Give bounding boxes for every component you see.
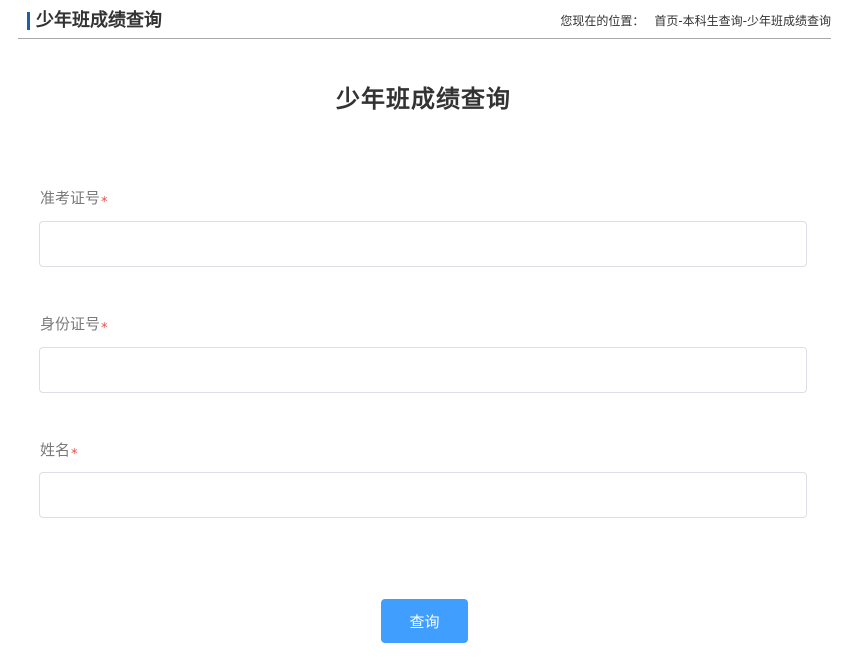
exam-number-label-text: 准考证号: [40, 189, 101, 207]
required-asterisk: *: [71, 447, 78, 462]
breadcrumb: 您现在的位置： 首页-本科生查询-少年班成绩查询: [560, 12, 831, 30]
header-accent-bar: [27, 12, 30, 30]
name-label-text: 姓名: [40, 441, 71, 459]
page-header: 少年班成绩查询 您现在的位置： 首页-本科生查询-少年班成绩查询: [18, 0, 831, 39]
breadcrumb-prefix: 您现在的位置：: [560, 14, 645, 28]
required-asterisk: *: [101, 195, 108, 210]
name-label: 姓名*: [40, 440, 78, 462]
id-number-label-text: 身份证号: [40, 315, 101, 333]
name-input[interactable]: [39, 472, 807, 518]
query-button[interactable]: 查询: [381, 599, 468, 643]
id-number-label: 身份证号*: [40, 314, 108, 336]
header-title: 少年班成绩查询: [36, 10, 162, 31]
required-asterisk: *: [101, 321, 108, 336]
id-number-input[interactable]: [39, 347, 807, 393]
page-title: 少年班成绩查询: [336, 84, 511, 113]
breadcrumb-path: 首页-本科生查询-少年班成绩查询: [654, 14, 831, 28]
exam-number-input[interactable]: [39, 221, 807, 267]
exam-number-label: 准考证号*: [40, 188, 108, 210]
